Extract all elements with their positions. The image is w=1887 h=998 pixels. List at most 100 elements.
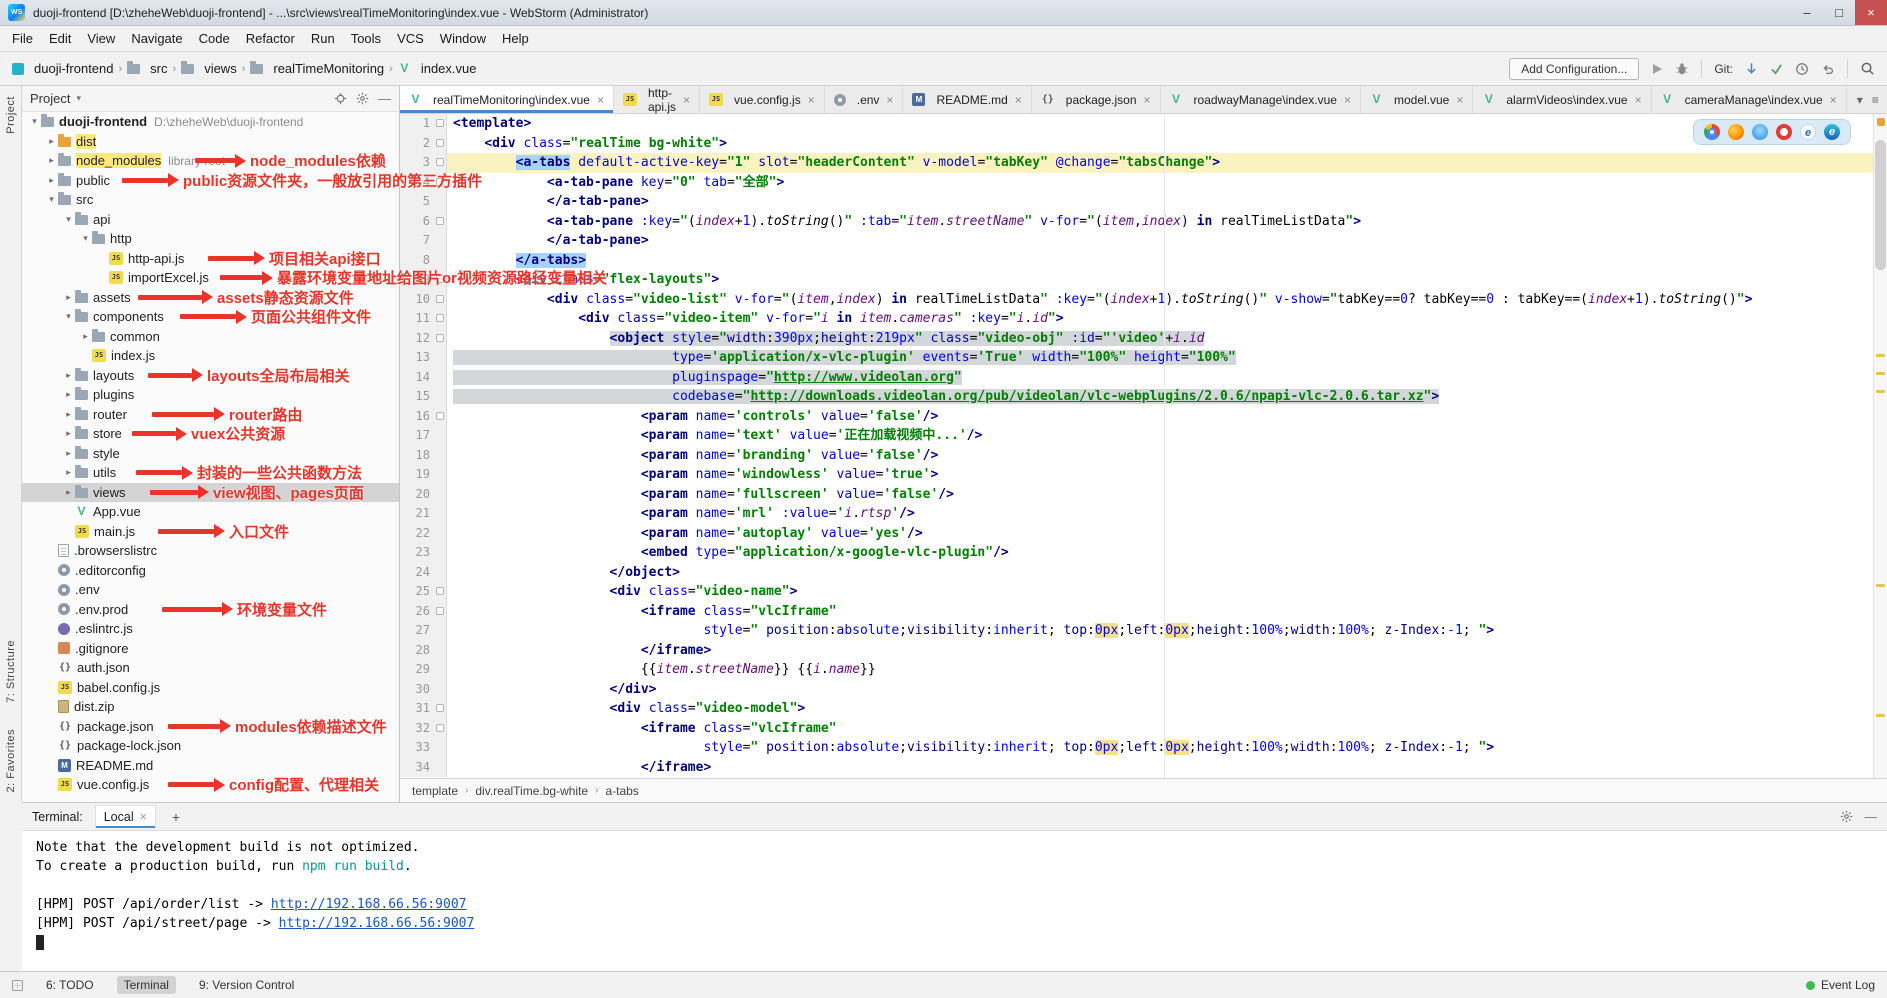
code-line[interactable]: 29 {{item.streetName}} {{i.name}} bbox=[400, 660, 1887, 680]
menu-vcs[interactable]: VCS bbox=[389, 28, 432, 49]
close-button[interactable]: × bbox=[1855, 0, 1887, 25]
debug-icon[interactable] bbox=[1675, 62, 1689, 76]
menu-view[interactable]: View bbox=[79, 28, 123, 49]
locate-icon[interactable] bbox=[334, 92, 347, 105]
tree-item-node-modules[interactable]: ▸node_moduleslibrary root bbox=[22, 151, 399, 171]
code-line[interactable]: 8 </a-tabs> bbox=[400, 251, 1887, 271]
code-line[interactable]: 3 <a-tabs default-active-key="1" slot="h… bbox=[400, 153, 1887, 173]
tree-item-importexcel-js[interactable]: JSimportExcel.js bbox=[22, 268, 399, 288]
tab-close-icon[interactable]: × bbox=[808, 93, 815, 107]
tool-windows-icon[interactable] bbox=[12, 980, 23, 991]
code-line[interactable]: 1<template> bbox=[400, 114, 1887, 134]
tree-item-dist-zip[interactable]: dist.zip bbox=[22, 697, 399, 717]
hide-terminal-icon[interactable]: — bbox=[1865, 810, 1878, 824]
chevron-down-icon[interactable]: ▾ bbox=[76, 93, 81, 104]
code-line[interactable]: 10 <div class="video-list" v-for="(item,… bbox=[400, 290, 1887, 310]
chevron-closed-icon[interactable]: ▸ bbox=[62, 487, 75, 498]
run-icon[interactable] bbox=[1651, 63, 1663, 75]
code-line[interactable]: 34 </iframe> bbox=[400, 758, 1887, 778]
fold-marker-icon[interactable] bbox=[436, 275, 444, 283]
maximize-button[interactable]: □ bbox=[1823, 0, 1855, 25]
terminal-settings-icon[interactable] bbox=[1840, 810, 1853, 823]
code-line[interactable]: 19 <param name='windowless' value='true'… bbox=[400, 465, 1887, 485]
new-terminal-button[interactable]: + bbox=[168, 809, 184, 825]
breadcrumb-item-src[interactable]: src bbox=[127, 61, 167, 76]
tree-item-router[interactable]: ▸router bbox=[22, 405, 399, 425]
error-stripe-scrollbar[interactable] bbox=[1873, 114, 1887, 778]
tab-close-icon[interactable]: × bbox=[1830, 93, 1837, 107]
fold-marker-icon[interactable] bbox=[436, 704, 444, 712]
code-line[interactable]: 17 <param name='text' value='正在加载视频中...'… bbox=[400, 426, 1887, 446]
chevron-open-icon[interactable]: ▾ bbox=[79, 233, 92, 244]
editor-tab-roadwaymanage-index-vue[interactable]: VroadwayManage\index.vue× bbox=[1161, 86, 1361, 113]
fold-marker-icon[interactable] bbox=[436, 334, 444, 342]
git-update-icon[interactable] bbox=[1745, 62, 1758, 76]
editor-breadcrumb-div-realtime-bg-white[interactable]: div.realTime.bg-white bbox=[475, 784, 588, 798]
code-line[interactable]: 6 <a-tab-pane :key="(index+1).toString()… bbox=[400, 212, 1887, 232]
tree-item-env[interactable]: .env bbox=[22, 580, 399, 600]
chevron-closed-icon[interactable]: ▸ bbox=[45, 136, 58, 147]
code-line[interactable]: 27 style=" position:absolute;visibility:… bbox=[400, 621, 1887, 641]
history-icon[interactable] bbox=[1795, 62, 1809, 76]
tab-close-icon[interactable]: × bbox=[1635, 93, 1642, 107]
firefox-browser-icon[interactable] bbox=[1728, 124, 1744, 140]
chevron-closed-icon[interactable]: ▸ bbox=[62, 428, 75, 439]
tree-item-assets[interactable]: ▸assets bbox=[22, 288, 399, 308]
tree-item-vue-config-js[interactable]: JSvue.config.js bbox=[22, 775, 399, 795]
tree-item-api[interactable]: ▾api bbox=[22, 210, 399, 230]
code-line[interactable]: 23 <embed type="application/x-google-vlc… bbox=[400, 543, 1887, 563]
tree-item-readme-md[interactable]: MREADME.md bbox=[22, 756, 399, 776]
git-commit-icon[interactable] bbox=[1770, 62, 1783, 75]
tree-item-dist[interactable]: ▸dist bbox=[22, 132, 399, 152]
chevron-closed-icon[interactable]: ▸ bbox=[62, 370, 75, 381]
tab-close-icon[interactable]: × bbox=[1015, 93, 1022, 107]
code-line[interactable]: 11 <div class="video-item" v-for="i in i… bbox=[400, 309, 1887, 329]
chrome-browser-icon[interactable] bbox=[1704, 124, 1720, 140]
tab-close-icon[interactable]: × bbox=[1344, 93, 1351, 107]
editor-tab-alarmvideos-index-vue[interactable]: ValarmVideos\index.vue× bbox=[1473, 86, 1651, 113]
code-line[interactable]: 12 <object style="width:390px;height:219… bbox=[400, 329, 1887, 349]
tab-close-icon[interactable]: × bbox=[597, 93, 604, 107]
scrollbar-thumb[interactable] bbox=[1875, 140, 1886, 270]
menu-help[interactable]: Help bbox=[494, 28, 537, 49]
edge-browser-icon[interactable]: e bbox=[1824, 124, 1840, 140]
fold-marker-icon[interactable] bbox=[436, 217, 444, 225]
hide-panel-icon[interactable]: — bbox=[378, 91, 391, 106]
editor-tab-package-json[interactable]: {}package.json× bbox=[1032, 86, 1161, 113]
tree-item-common[interactable]: ▸common bbox=[22, 327, 399, 347]
search-everywhere-icon[interactable] bbox=[1860, 61, 1875, 76]
editor-tab-http-api-js[interactable]: JShttp-api.js× bbox=[614, 86, 700, 113]
tab-close-icon[interactable]: × bbox=[886, 93, 893, 107]
tree-item-layouts[interactable]: ▸layouts bbox=[22, 366, 399, 386]
warning-tick[interactable] bbox=[1876, 584, 1885, 587]
tree-item-duoji-frontend[interactable]: ▾duoji-frontendD:\zheheWeb\duoji-fronten… bbox=[22, 112, 399, 132]
editor-tab-readme-md[interactable]: MREADME.md× bbox=[903, 86, 1031, 113]
version-control-tool-button[interactable]: 9: Version Control bbox=[192, 976, 301, 994]
tree-item-app-vue[interactable]: VApp.vue bbox=[22, 502, 399, 522]
project-tool-button[interactable]: Project bbox=[5, 96, 17, 134]
warning-tick[interactable] bbox=[1876, 354, 1885, 357]
code-line[interactable]: 4 <a-tab-pane key="0" tab="全部"> bbox=[400, 173, 1887, 193]
chevron-closed-icon[interactable]: ▸ bbox=[62, 292, 75, 303]
menu-tools[interactable]: Tools bbox=[343, 28, 389, 49]
safari-browser-icon[interactable] bbox=[1752, 124, 1768, 140]
code-line[interactable]: 22 <param name='autoplay' value='yes'/> bbox=[400, 524, 1887, 544]
tree-item-gitignore[interactable]: .gitignore bbox=[22, 639, 399, 659]
chevron-open-icon[interactable]: ▾ bbox=[62, 214, 75, 225]
menu-window[interactable]: Window bbox=[432, 28, 494, 49]
editor-tab-env[interactable]: .env× bbox=[825, 86, 904, 113]
tree-item-package-lock-json[interactable]: {}package-lock.json bbox=[22, 736, 399, 756]
chevron-open-icon[interactable]: ▾ bbox=[28, 116, 41, 127]
code-line[interactable]: 9 <div class="flex-layouts"> bbox=[400, 270, 1887, 290]
menu-run[interactable]: Run bbox=[303, 28, 343, 49]
breadcrumb-item-views[interactable]: views bbox=[181, 61, 237, 76]
code-line[interactable]: 18 <param name='branding' value='false'/… bbox=[400, 446, 1887, 466]
chevron-closed-icon[interactable]: ▸ bbox=[62, 409, 75, 420]
rollback-icon[interactable] bbox=[1821, 62, 1835, 76]
breadcrumb-item-duoji-frontend[interactable]: duoji-frontend bbox=[12, 61, 114, 76]
breadcrumb-item-index-vue[interactable]: Vindex.vue bbox=[398, 61, 477, 76]
tree-item-editorconfig[interactable]: .editorconfig bbox=[22, 561, 399, 581]
chevron-closed-icon[interactable]: ▸ bbox=[62, 448, 75, 459]
warning-tick[interactable] bbox=[1876, 714, 1885, 717]
hidden-tabs-icon[interactable]: ▾ bbox=[1857, 93, 1863, 107]
